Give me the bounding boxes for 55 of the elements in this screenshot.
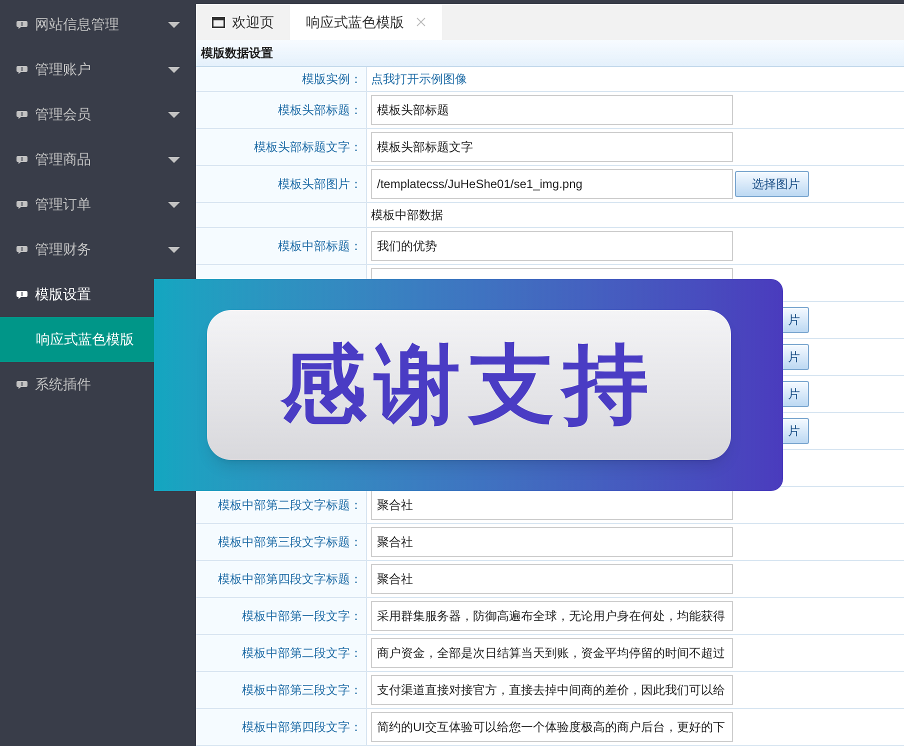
input-field[interactable]: 聚合社 xyxy=(371,490,733,520)
input-field[interactable]: 我们的优势 xyxy=(371,231,733,261)
field-label: 模板中部第二段文字： xyxy=(242,645,362,662)
sidebar-item[interactable]: 模版设置 xyxy=(0,272,196,317)
window-icon xyxy=(212,16,225,28)
input-field[interactable]: 商户资金，全部是次日结算当天到账，资金平均停留的时间不超过 xyxy=(371,638,733,668)
chat-bubble-icon xyxy=(16,380,28,390)
sidebar-item[interactable]: 管理订单 xyxy=(0,182,196,227)
tab[interactable]: 响应式蓝色模版 xyxy=(290,4,442,40)
input-field[interactable]: 采用群集服务器，防御高遍布全球，无论用户身在何处，均能获得 xyxy=(371,601,733,631)
input-field[interactable]: 简约的UI交互体验可以给您一个体验度极高的商户后台，更好的下 xyxy=(371,712,733,742)
field-label: 模板头部标题文字： xyxy=(254,139,362,156)
input-field[interactable]: 模板头部标题 xyxy=(371,95,733,125)
chat-bubble-icon xyxy=(16,154,28,164)
field-label: 模版实例： xyxy=(302,71,362,88)
field-label: 模板中部第四段文字： xyxy=(242,719,362,736)
sidebar-item[interactable]: 管理账户 xyxy=(0,47,196,92)
sidebar-item-label: 管理会员 xyxy=(35,105,92,124)
field-label: 模板头部标题： xyxy=(278,102,362,119)
sidebar-item[interactable]: 管理财务 xyxy=(0,227,196,272)
sidebar-item[interactable]: 网站信息管理 xyxy=(0,2,196,47)
close-icon[interactable] xyxy=(416,17,426,27)
sidebar-item[interactable]: 管理会员 xyxy=(0,92,196,137)
input-field[interactable]: /templatecss/JuHeShe01/se1_img.png xyxy=(371,169,733,199)
field-label: 模板中部第四段文字标题： xyxy=(218,571,362,588)
input-field[interactable]: 模板头部标题文字 xyxy=(371,132,733,162)
field-label: 模板头部图片： xyxy=(278,176,362,193)
choose-image-button[interactable]: 选择图片 xyxy=(735,171,809,197)
chat-bubble-icon xyxy=(16,20,28,30)
chat-bubble-icon xyxy=(16,290,28,300)
input-field[interactable]: 聚合社 xyxy=(371,564,733,594)
section-header: 模版数据设置 xyxy=(196,40,904,67)
subsection-label: 模板中部数据 xyxy=(371,207,443,224)
sidebar-item[interactable]: 系统插件 xyxy=(0,362,196,407)
field-label: 模板中部第三段文字： xyxy=(242,682,362,699)
field-label: 模板中部第一段文字： xyxy=(242,608,362,625)
chat-bubble-icon xyxy=(16,200,28,210)
input-field[interactable]: 支付渠道直接对接官方，直接去掉中间商的差价，因此我们可以给 xyxy=(371,675,733,705)
sidebar-item[interactable]: 管理商品 xyxy=(0,137,196,182)
sidebar-item-label: 模版设置 xyxy=(35,285,92,304)
sidebar-item-label: 管理商品 xyxy=(35,150,92,169)
example-link[interactable]: 点我打开示例图像 xyxy=(371,70,467,88)
chat-bubble-icon xyxy=(16,110,28,120)
chat-bubble-icon xyxy=(16,244,28,254)
banner-text: 感谢支持 xyxy=(206,310,730,460)
field-label: 模板中部第二段文字标题： xyxy=(218,497,362,514)
sidebar-item-label: 网站信息管理 xyxy=(35,15,120,34)
field-label: 模板中部标题： xyxy=(278,238,362,255)
sidebar-item-label: 管理财务 xyxy=(35,240,92,259)
sidebar-item-label: 系统插件 xyxy=(35,375,92,394)
input-field[interactable]: 聚合社 xyxy=(371,527,733,557)
sidebar-item-label: 管理订单 xyxy=(35,195,92,214)
chat-bubble-icon xyxy=(16,64,28,74)
field-label: 模板中部第三段文字标题： xyxy=(218,534,362,551)
sidebar-item-label: 管理账户 xyxy=(35,60,92,79)
